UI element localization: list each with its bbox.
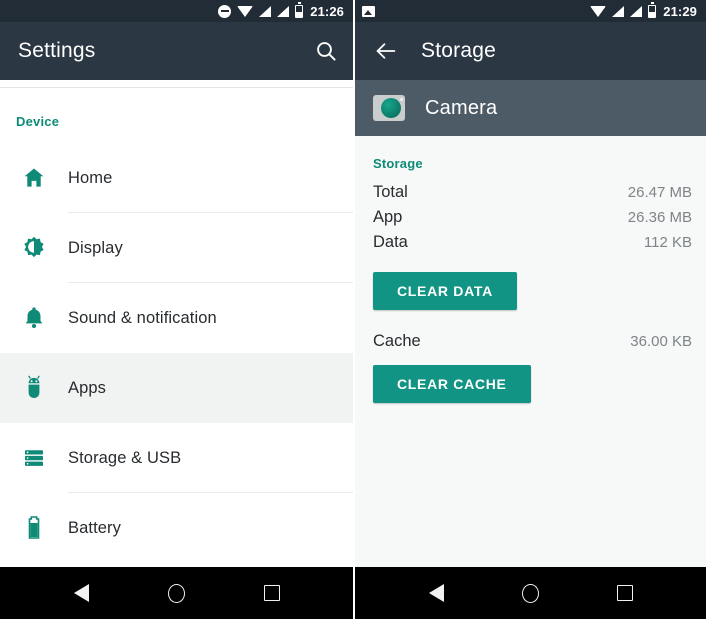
stat-label: Data <box>373 233 408 251</box>
right-status-system-icons: 21:29 <box>590 2 697 19</box>
app-name: Camera <box>425 96 498 119</box>
battery-icon <box>295 2 304 18</box>
home-icon <box>0 165 68 191</box>
section-header-device: Device <box>16 114 60 129</box>
left-bottom-gap <box>0 555 353 567</box>
dual-screenshot-container: 21:26 Settings Device Home Display Sound… <box>0 0 706 619</box>
left-status-bar: 21:26 <box>0 0 353 22</box>
cache-label: Cache <box>373 332 421 350</box>
right-navigation-bar <box>355 567 706 619</box>
stat-label: Total <box>373 183 408 201</box>
screenshot-image-icon <box>362 5 375 17</box>
wifi-icon <box>590 5 607 17</box>
recents-square-icon[interactable] <box>605 573 645 613</box>
section-header-storage: Storage <box>373 156 423 171</box>
cache-value: 36.00 KB <box>630 333 692 350</box>
do-not-disturb-icon <box>218 4 232 18</box>
sidebar-item-sound-notification[interactable]: Sound & notification <box>0 283 353 353</box>
wifi-icon <box>237 5 254 17</box>
left-status-system-icons: 21:26 <box>218 2 344 19</box>
cache-row: Cache 36.00 KB <box>355 332 706 351</box>
sidebar-item-label: Home <box>68 168 113 187</box>
left-navigation-bar <box>0 567 353 619</box>
settings-toolbar: Settings <box>0 22 353 80</box>
stat-label: App <box>373 208 403 226</box>
storage-stats-list: Total 26.47 MB App 26.36 MB Data 112 KB <box>355 183 706 258</box>
stat-row-total: Total 26.47 MB <box>355 183 706 208</box>
stat-value: 26.36 MB <box>627 209 692 226</box>
back-triangle-icon[interactable] <box>416 573 456 613</box>
clear-data-button[interactable]: CLEAR DATA <box>373 272 517 310</box>
right-clock: 21:29 <box>663 3 697 19</box>
stat-value: 112 KB <box>643 234 692 251</box>
right-bottom-gap <box>355 555 706 567</box>
sidebar-item-storage-usb[interactable]: Storage & USB <box>0 423 353 493</box>
brightness-icon <box>0 235 68 261</box>
settings-list-container: Device Home Display Sound & notification… <box>0 80 353 555</box>
signal-icon <box>277 5 290 17</box>
sidebar-item-battery[interactable]: Battery <box>0 493 353 555</box>
sidebar-item-label: Battery <box>68 518 121 537</box>
right-status-bar: 21:29 <box>355 0 706 22</box>
signal-icon <box>612 5 625 17</box>
back-triangle-icon[interactable] <box>62 573 102 613</box>
sidebar-item-home[interactable]: Home <box>0 143 353 213</box>
sidebar-item-display[interactable]: Display <box>0 213 353 283</box>
sidebar-item-apps[interactable]: Apps <box>0 353 353 423</box>
sidebar-item-label: Display <box>68 238 123 257</box>
page-title: Settings <box>18 39 96 62</box>
battery-icon <box>648 2 657 18</box>
right-status-notification-area <box>362 5 375 17</box>
camera-app-icon <box>373 95 405 121</box>
page-title: Storage <box>421 39 496 62</box>
search-icon[interactable] <box>313 38 339 64</box>
signal-icon <box>259 5 272 17</box>
bell-icon <box>0 305 68 331</box>
storage-toolbar: Storage <box>355 22 706 80</box>
left-clock: 21:26 <box>310 3 344 19</box>
stat-row-app: App 26.36 MB <box>355 208 706 233</box>
sidebar-item-label: Storage & USB <box>68 448 182 467</box>
stat-row-data: Data 112 KB <box>355 233 706 258</box>
storage-icon <box>0 446 68 470</box>
android-robot-icon <box>0 375 68 401</box>
battery-icon <box>0 515 68 541</box>
stat-value: 26.47 MB <box>627 184 692 201</box>
home-circle-icon[interactable] <box>510 573 550 613</box>
app-header: Camera <box>355 80 706 136</box>
left-phone-screen: 21:26 Settings Device Home Display Sound… <box>0 0 353 619</box>
signal-icon <box>630 5 643 17</box>
storage-detail-body: Storage Total 26.47 MB App 26.36 MB Data… <box>355 136 706 555</box>
back-arrow-icon[interactable] <box>373 38 399 64</box>
home-circle-icon[interactable] <box>157 573 197 613</box>
settings-list: Home Display Sound & notification Apps S… <box>0 143 353 555</box>
clear-cache-button[interactable]: CLEAR CACHE <box>373 365 531 403</box>
sidebar-item-label: Sound & notification <box>68 308 217 327</box>
right-phone-screen: 21:29 Storage Camera Storage Total 26.47… <box>353 0 706 619</box>
sidebar-item-label: Apps <box>68 378 107 397</box>
recents-square-icon[interactable] <box>252 573 292 613</box>
